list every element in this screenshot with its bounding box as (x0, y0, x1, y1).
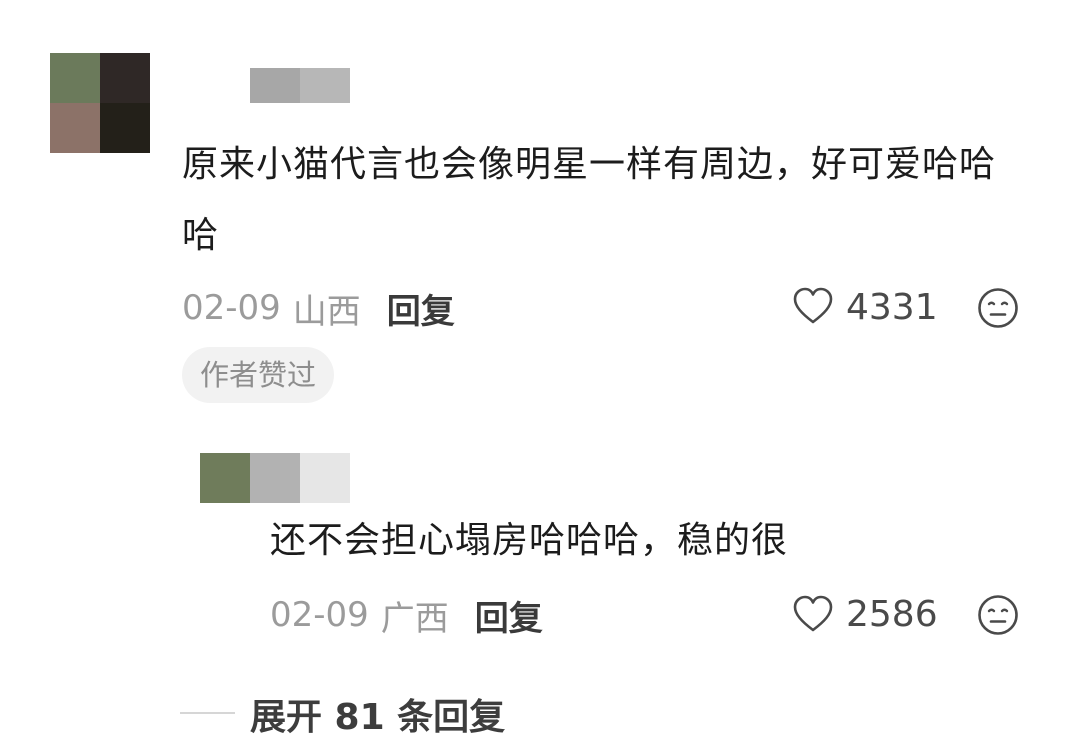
commenter-avatar[interactable] (50, 53, 150, 153)
comment-text: 原来小猫代言也会像明星一样有周边，好可爱哈哈哈 (182, 144, 997, 256)
reply-button[interactable]: 回复 (475, 591, 543, 640)
expand-divider (180, 712, 235, 714)
neutral-face-icon (978, 288, 1018, 328)
reply-button[interactable]: 回复 (387, 284, 455, 333)
like-button[interactable] (792, 594, 834, 636)
reply-meta: 02-09 广西 回复 (270, 591, 543, 640)
dislike-button[interactable] (977, 594, 1019, 636)
comment-date: 02-09 (182, 288, 281, 328)
comment-location: 山西 (292, 291, 361, 332)
like-button[interactable] (792, 286, 834, 328)
replier-avatar-and-name-pixelated[interactable] (200, 453, 350, 503)
reply-date: 02-09 (270, 595, 369, 635)
expand-replies-button[interactable]: 展开 81 条回复 (250, 688, 505, 740)
like-count: 2586 (846, 594, 938, 635)
like-count: 4331 (846, 287, 938, 328)
comment-meta: 02-09 山西 回复 (182, 284, 455, 333)
reply-location: 广西 (380, 598, 449, 639)
dislike-button[interactable] (977, 287, 1019, 329)
commenter-name-pixelated[interactable] (250, 68, 350, 103)
neutral-face-icon (978, 595, 1018, 635)
reply-text: 还不会担心塌房哈哈哈，稳的很 (270, 520, 789, 561)
heart-outline-icon (793, 595, 833, 632)
author-liked-badge: 作者赞过 (182, 347, 335, 403)
heart-outline-icon (793, 287, 833, 324)
